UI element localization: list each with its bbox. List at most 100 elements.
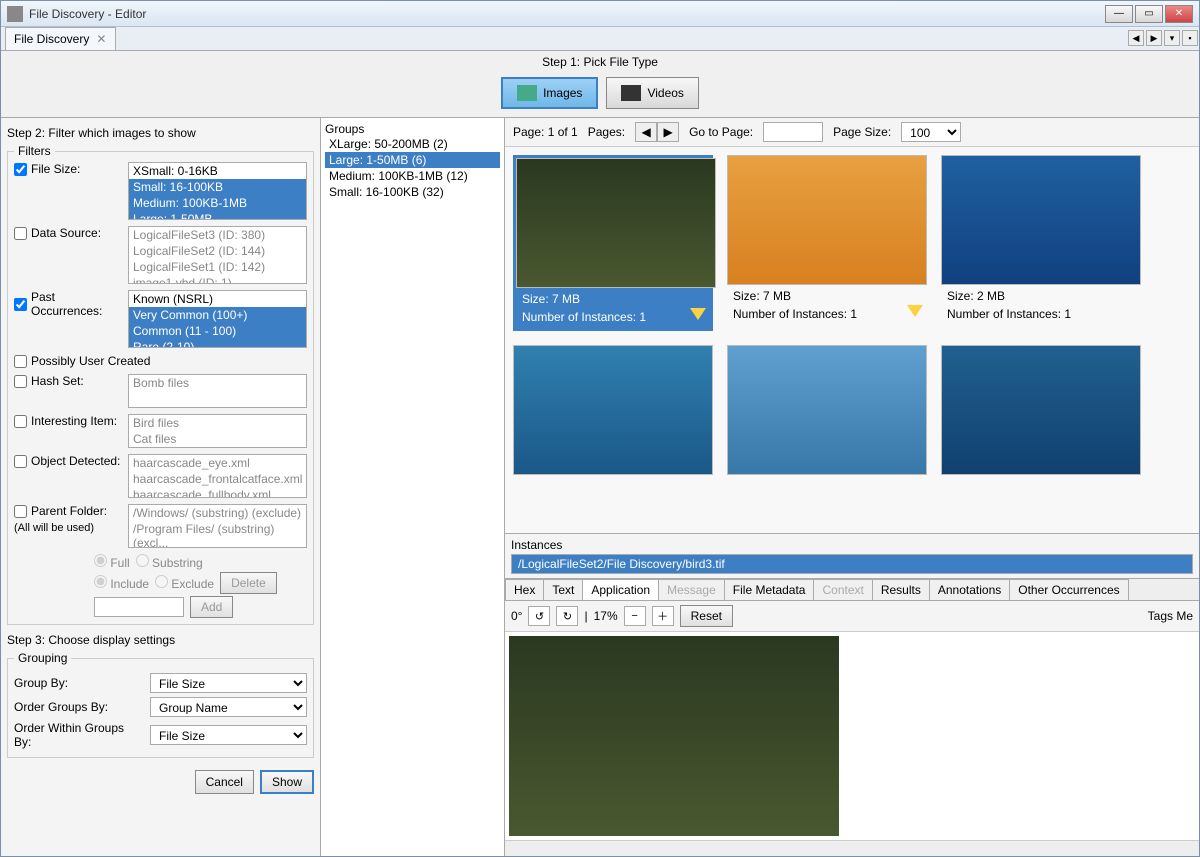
data-source-list[interactable]: LogicalFileSet3 (ID: 380) LogicalFileSet… bbox=[128, 226, 307, 284]
viewer-tab-hex[interactable]: Hex bbox=[505, 579, 544, 600]
thumbnail-image bbox=[516, 158, 716, 288]
viewer-tab-results[interactable]: Results bbox=[872, 579, 930, 600]
groups-panel: Groups XLarge: 50-200MB (2) Large: 1-50M… bbox=[321, 118, 505, 856]
instances-title: Instances bbox=[511, 538, 1193, 552]
interesting-item-list[interactable]: Bird files Cat files bbox=[128, 414, 307, 448]
go-to-page-input[interactable] bbox=[763, 122, 823, 142]
object-detected-list[interactable]: haarcascade_eye.xml haarcascade_frontalc… bbox=[128, 454, 307, 498]
window-title: File Discovery - Editor bbox=[29, 7, 1105, 21]
videos-button[interactable]: Videos bbox=[606, 77, 698, 109]
cancel-button[interactable]: Cancel bbox=[195, 770, 254, 794]
zoom-label: 17% bbox=[594, 609, 618, 623]
pager: Page: 1 of 1 Pages: ◀ ▶ Go to Page: Page… bbox=[505, 118, 1199, 147]
horizontal-scrollbar[interactable] bbox=[505, 840, 1199, 856]
rotate-ccw-button[interactable]: ↺ bbox=[528, 606, 550, 626]
thumbnail-meta: Size: 7 MBNumber of Instances: 1 bbox=[516, 288, 710, 328]
thumbnail-meta: Size: 7 MBNumber of Instances: 1 bbox=[727, 285, 927, 325]
tags-label: Tags Me bbox=[1148, 609, 1193, 623]
thumbnail-card[interactable]: Size: 2 MBNumber of Instances: 1 bbox=[941, 155, 1141, 331]
page-next-button[interactable]: ▶ bbox=[657, 122, 679, 142]
thumbnail-image bbox=[727, 345, 927, 475]
viewer-toolbar: 0° ↺ ↻ | 17% − ＋ Reset Tags Me bbox=[505, 601, 1199, 632]
group-item[interactable]: XLarge: 50-200MB (2) bbox=[325, 136, 500, 152]
tab-label: File Discovery bbox=[14, 32, 89, 46]
page-size-select[interactable]: 100 bbox=[901, 122, 961, 142]
tab-prev-icon[interactable]: ◀ bbox=[1128, 30, 1144, 46]
thumbnail-card[interactable]: Size: 7 MBNumber of Instances: 1 bbox=[513, 155, 713, 331]
page-prev-button[interactable]: ◀ bbox=[635, 122, 657, 142]
step1-label: Step 1: Pick File Type bbox=[1, 51, 1199, 73]
thumbnail-card[interactable] bbox=[727, 345, 927, 475]
viewer-tab-message: Message bbox=[658, 579, 725, 600]
step3-title: Step 3: Choose display settings bbox=[7, 633, 314, 647]
thumbnail-image bbox=[513, 345, 713, 475]
rotate-cw-button[interactable]: ↻ bbox=[556, 606, 578, 626]
tab-menu-icon[interactable]: ▪ bbox=[1182, 30, 1198, 46]
thumbnail-image bbox=[941, 345, 1141, 475]
tab-close-icon[interactable]: ✕ bbox=[95, 33, 107, 45]
tab-bar: File Discovery ✕ ◀ ▶ ▾ ▪ bbox=[1, 27, 1199, 51]
reset-button[interactable]: Reset bbox=[680, 605, 733, 627]
thumbnail-card[interactable] bbox=[513, 345, 713, 475]
hash-set-checkbox[interactable] bbox=[14, 375, 27, 388]
instance-item[interactable]: /LogicalFileSet2/File Discovery/bird3.ti… bbox=[512, 555, 1192, 573]
possibly-user-created-checkbox[interactable] bbox=[14, 355, 27, 368]
parent-folder-checkbox[interactable] bbox=[14, 505, 27, 518]
past-occurrences-checkbox[interactable] bbox=[14, 298, 27, 311]
parent-folder-input[interactable] bbox=[94, 597, 184, 617]
viewer-body[interactable] bbox=[505, 632, 1199, 840]
object-detected-checkbox[interactable] bbox=[14, 455, 27, 468]
thumbnail-card[interactable] bbox=[941, 345, 1141, 475]
viewer-tab-other-occurrences[interactable]: Other Occurrences bbox=[1009, 579, 1128, 600]
data-source-checkbox[interactable] bbox=[14, 227, 27, 240]
maximize-button[interactable]: ▭ bbox=[1135, 5, 1163, 23]
group-item[interactable]: Medium: 100KB-1MB (12) bbox=[325, 168, 500, 184]
page-of-label: Page: 1 of 1 bbox=[513, 125, 578, 139]
tab-next-icon[interactable]: ▶ bbox=[1146, 30, 1162, 46]
group-by-select[interactable]: File Size bbox=[150, 673, 307, 693]
show-button[interactable]: Show bbox=[260, 770, 314, 794]
include-radio[interactable] bbox=[94, 575, 107, 588]
order-within-select[interactable]: File Size bbox=[150, 725, 307, 745]
viewer-tab-context: Context bbox=[813, 579, 872, 600]
thumbnail-card[interactable]: Size: 7 MBNumber of Instances: 1 bbox=[727, 155, 927, 331]
viewer-tab-annotations[interactable]: Annotations bbox=[929, 579, 1010, 600]
thumbnail-image bbox=[941, 155, 1141, 285]
titlebar: File Discovery - Editor — ▭ ✕ bbox=[1, 1, 1199, 27]
images-button[interactable]: Images bbox=[501, 77, 598, 109]
viewer-tabs: HexTextApplicationMessageFile MetadataCo… bbox=[505, 579, 1199, 601]
app-icon bbox=[7, 6, 23, 22]
thumbnail-meta: Size: 2 MBNumber of Instances: 1 bbox=[941, 285, 1141, 325]
tab-file-discovery[interactable]: File Discovery ✕ bbox=[5, 27, 116, 50]
minimize-button[interactable]: — bbox=[1105, 5, 1133, 23]
add-button[interactable]: Add bbox=[190, 596, 233, 618]
order-groups-select[interactable]: Group Name bbox=[150, 697, 307, 717]
past-occurrences-list[interactable]: Known (NSRL) Very Common (100+) Common (… bbox=[128, 290, 307, 348]
zoom-in-button[interactable]: ＋ bbox=[652, 606, 674, 626]
groups-title: Groups bbox=[325, 122, 500, 136]
exclude-radio[interactable] bbox=[155, 575, 168, 588]
file-size-checkbox[interactable] bbox=[14, 163, 27, 176]
viewer-tab-text[interactable]: Text bbox=[543, 579, 583, 600]
substring-radio[interactable] bbox=[136, 554, 149, 567]
group-item[interactable]: Large: 1-50MB (6) bbox=[325, 152, 500, 168]
instances-panel: Instances /LogicalFileSet2/File Discover… bbox=[505, 533, 1199, 578]
close-button[interactable]: ✕ bbox=[1165, 5, 1193, 23]
filters-legend: Filters bbox=[14, 144, 55, 158]
hash-set-list[interactable]: Bomb files bbox=[128, 374, 307, 408]
tab-dropdown-icon[interactable]: ▾ bbox=[1164, 30, 1180, 46]
step2-title: Step 2: Filter which images to show bbox=[7, 126, 314, 140]
group-item[interactable]: Small: 16-100KB (32) bbox=[325, 184, 500, 200]
thumbnail-grid[interactable]: Size: 7 MBNumber of Instances: 1 Size: 7 … bbox=[505, 147, 1199, 533]
file-size-list[interactable]: XSmall: 0-16KB Small: 16-100KB Medium: 1… bbox=[128, 162, 307, 220]
viewer-tab-file-metadata[interactable]: File Metadata bbox=[724, 579, 815, 600]
videos-icon bbox=[621, 85, 641, 101]
delete-button[interactable]: Delete bbox=[220, 572, 277, 594]
groups-list[interactable]: XLarge: 50-200MB (2) Large: 1-50MB (6) M… bbox=[325, 136, 500, 200]
instances-list[interactable]: /LogicalFileSet2/File Discovery/bird3.ti… bbox=[511, 554, 1193, 574]
parent-folder-list[interactable]: /Windows/ (substring) (exclude) /Program… bbox=[128, 504, 307, 548]
viewer-tab-application[interactable]: Application bbox=[582, 579, 659, 600]
zoom-out-button[interactable]: − bbox=[624, 606, 646, 626]
interesting-item-checkbox[interactable] bbox=[14, 415, 27, 428]
full-radio[interactable] bbox=[94, 554, 107, 567]
